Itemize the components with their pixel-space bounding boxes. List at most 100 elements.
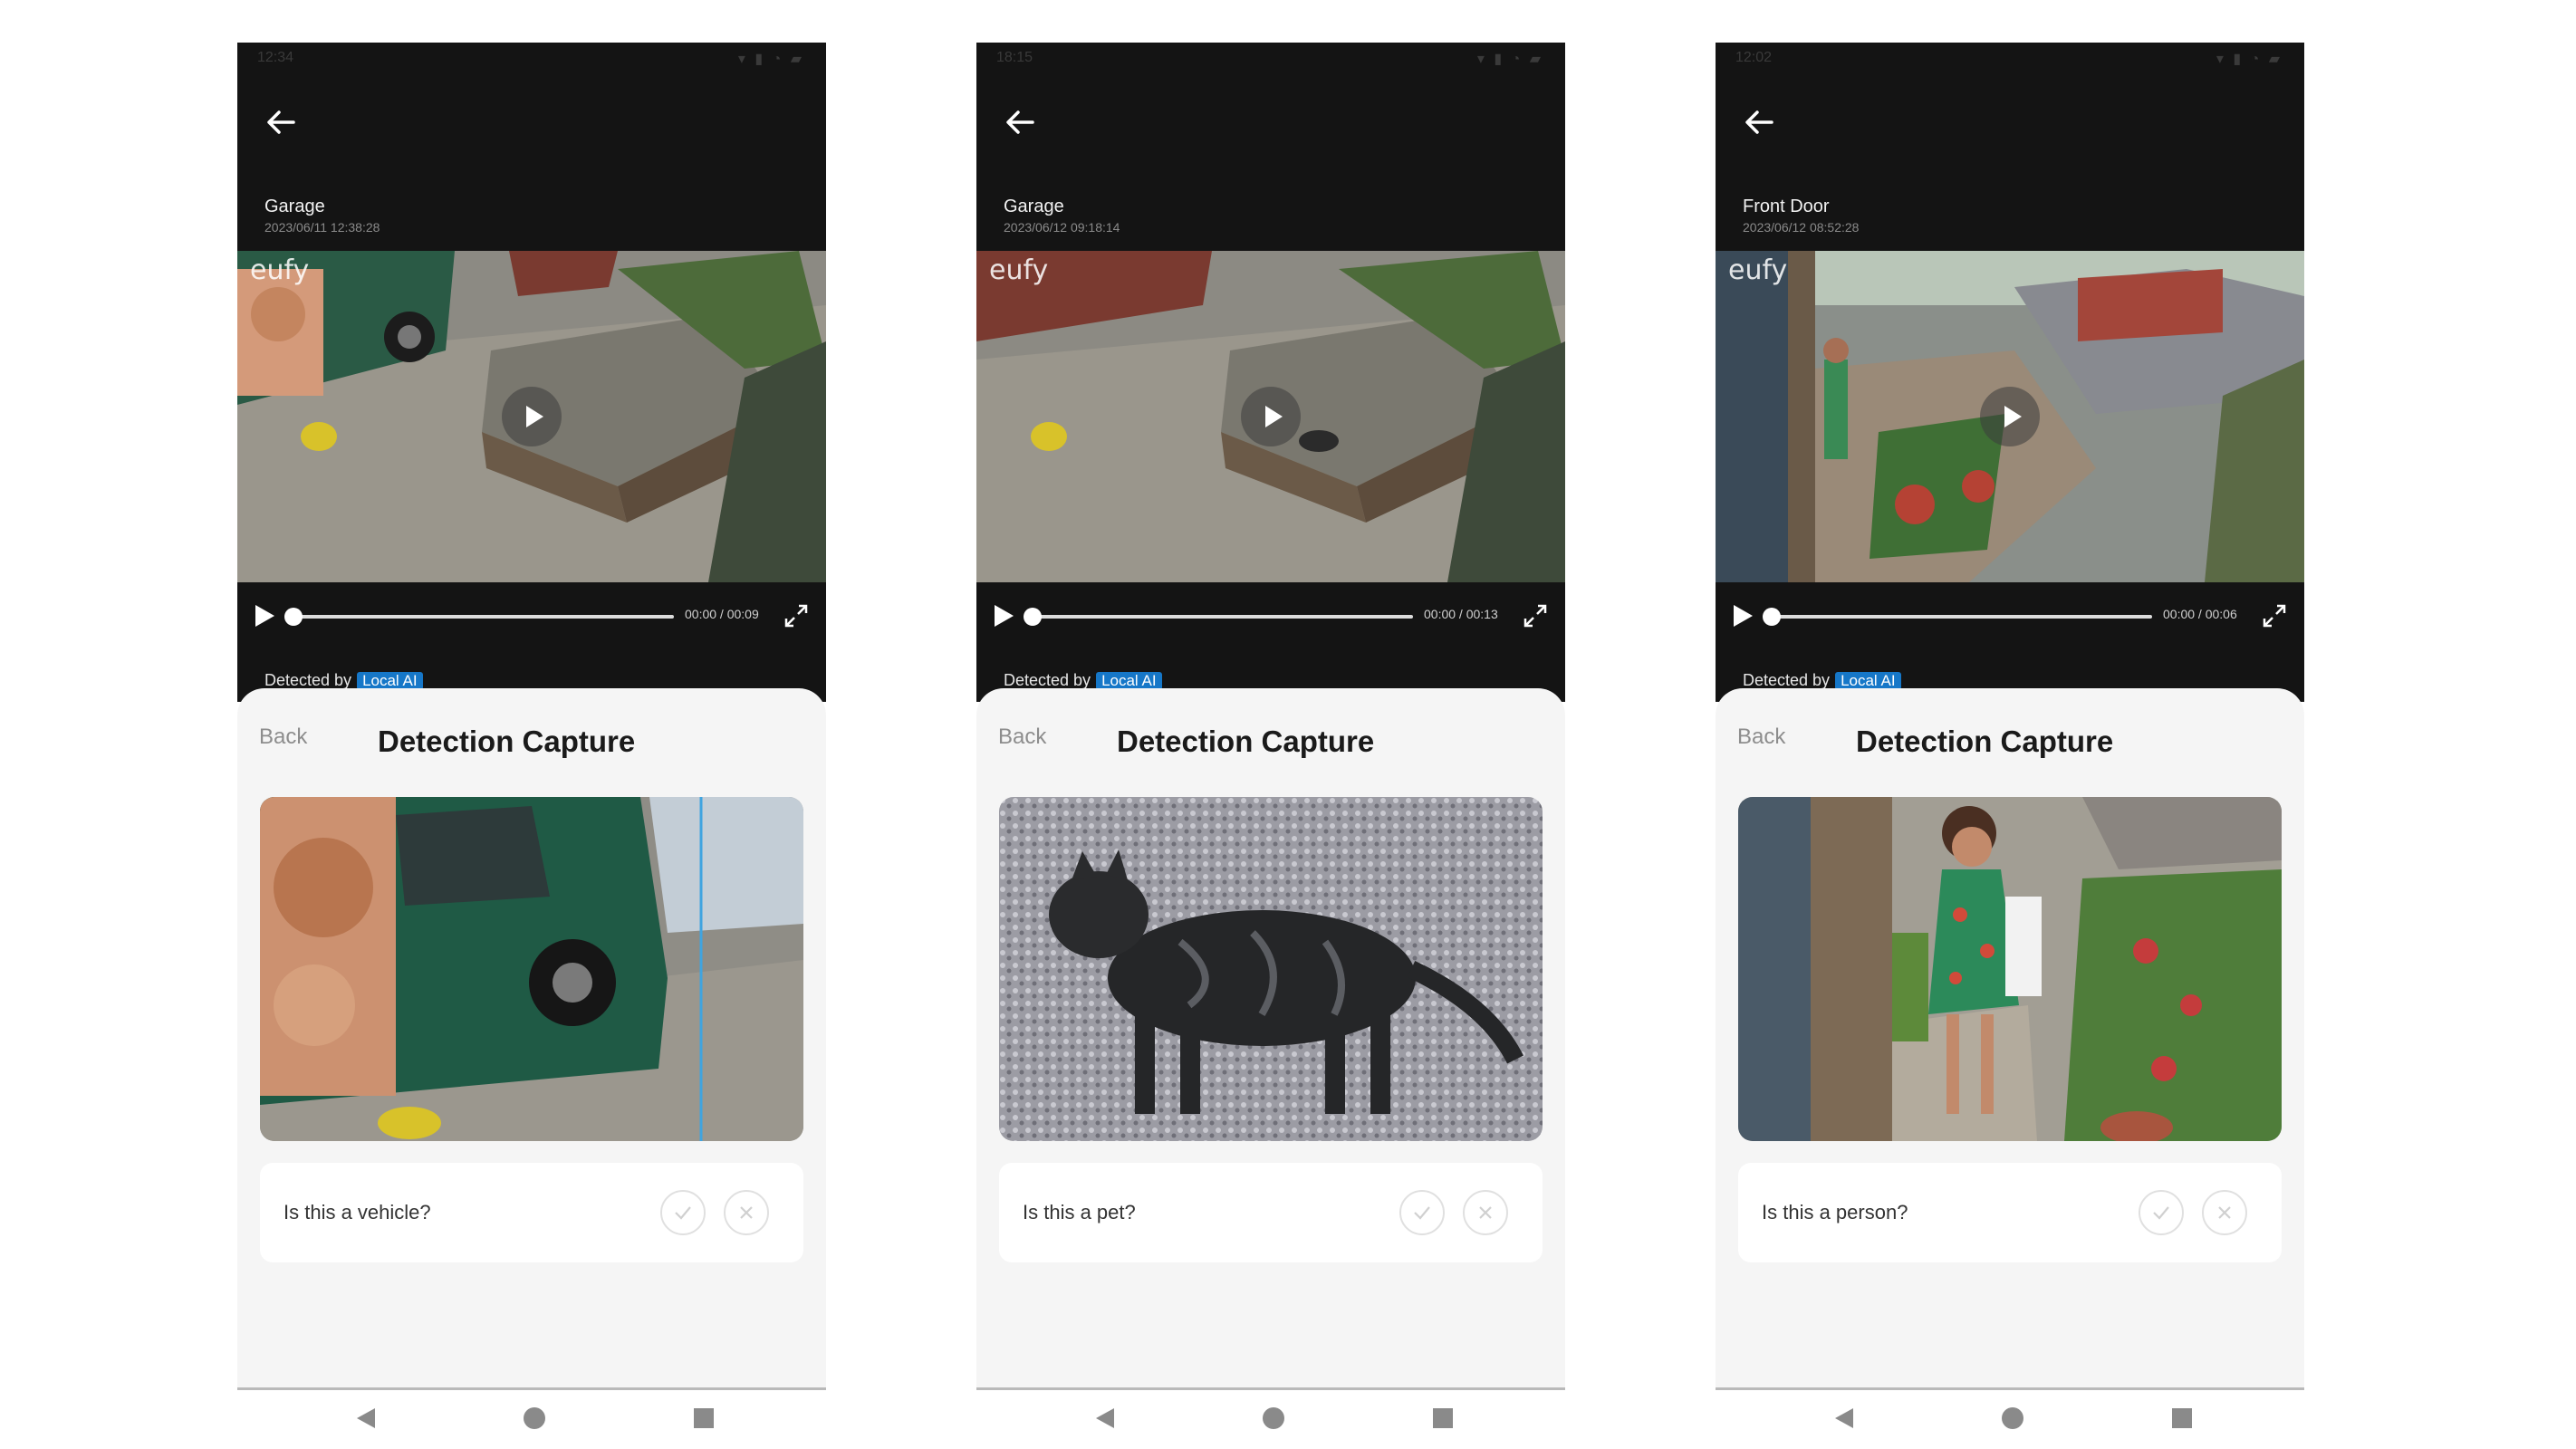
status-bar: 12:02 ▾ ▮ ◔ ▰: [1716, 43, 2304, 73]
play-icon[interactable]: [991, 602, 1016, 629]
back-arrow-icon[interactable]: [1737, 101, 1781, 144]
video-player[interactable]: eufy: [976, 251, 1565, 582]
status-bar: 18:15 ▾ ▮ ◔ ▰: [976, 43, 1565, 73]
confirm-button[interactable]: [660, 1190, 706, 1235]
android-nav-bar: [237, 1390, 826, 1448]
camera-name: Garage: [264, 197, 325, 216]
video-timecode: 00:00 / 00:06: [2163, 607, 2237, 621]
video-player[interactable]: eufy: [237, 251, 826, 582]
camera-name: Garage: [1004, 197, 1064, 216]
check-icon: [2153, 1206, 2169, 1220]
play-icon: [526, 406, 543, 427]
feedback-card: Is this a pet?: [999, 1163, 1543, 1262]
status-time: 12:34: [257, 50, 294, 65]
video-timecode: 00:00 / 00:13: [1424, 607, 1498, 621]
back-button[interactable]: Back: [259, 724, 307, 750]
play-overlay-button[interactable]: [502, 387, 562, 446]
fullscreen-icon[interactable]: [2259, 600, 2290, 631]
reject-button[interactable]: [1463, 1190, 1508, 1235]
video-header: 18:15 ▾ ▮ ◔ ▰ Garage 2023/06/12 09:18:14: [976, 43, 1565, 702]
detection-question: Is this a person?: [1762, 1201, 1908, 1223]
detection-question: Is this a pet?: [1023, 1201, 1136, 1223]
sheet-title: Detection Capture: [1117, 724, 1375, 758]
nav-recents-icon[interactable]: [1433, 1408, 1453, 1428]
check-icon: [675, 1206, 691, 1220]
status-time: 12:02: [1735, 50, 1773, 65]
eufy-watermark: eufy: [989, 254, 1049, 286]
play-icon[interactable]: [1730, 602, 1755, 629]
person-capture-image: [1738, 797, 2282, 1141]
nav-home-icon[interactable]: [1263, 1407, 1284, 1429]
phone-screen-pet: 18:15 ▾ ▮ ◔ ▰ Garage 2023/06/12 09:18:14: [976, 43, 1565, 1448]
vehicle-capture-image: [260, 797, 803, 1141]
playback-controls: 00:00 / 00:13: [976, 582, 1565, 655]
nav-home-icon[interactable]: [2002, 1407, 2023, 1429]
back-button[interactable]: Back: [998, 724, 1046, 750]
back-button[interactable]: Back: [1737, 724, 1785, 750]
play-icon: [2004, 406, 2022, 427]
camera-name: Front Door: [1743, 197, 1830, 216]
seek-bar[interactable]: [1772, 615, 2152, 619]
nav-home-icon[interactable]: [524, 1407, 545, 1429]
playback-controls: 00:00 / 00:06: [1716, 582, 2304, 655]
close-icon: [1479, 1206, 1492, 1219]
sheet-title: Detection Capture: [378, 724, 636, 758]
playback-controls: 00:00 / 00:09: [237, 582, 826, 655]
android-nav-bar: [1716, 1390, 2304, 1448]
seek-handle[interactable]: [1024, 608, 1042, 626]
seek-handle[interactable]: [1763, 608, 1781, 626]
play-icon: [1265, 406, 1283, 427]
event-timestamp: 2023/06/12 08:52:28: [1743, 220, 1860, 235]
event-timestamp: 2023/06/12 09:18:14: [1004, 220, 1120, 235]
video-timecode: 00:00 / 00:09: [685, 607, 759, 621]
detection-capture-sheet: Back Detection Capture: [1716, 688, 2304, 1390]
person-snapshot: [1738, 797, 2282, 1141]
check-icon: [1414, 1206, 1430, 1220]
nav-back-icon[interactable]: [1094, 1406, 1116, 1430]
fullscreen-icon[interactable]: [781, 600, 812, 631]
van-snapshot: [260, 797, 803, 1141]
close-icon: [740, 1206, 753, 1219]
play-overlay-button[interactable]: [1241, 387, 1301, 446]
confirm-button[interactable]: [1399, 1190, 1445, 1235]
video-header: 12:34 ▾ ▮ ◔ ▰ Garage 2023/06/11 12:38:28: [237, 43, 826, 702]
seek-handle[interactable]: [284, 608, 303, 626]
nav-recents-icon[interactable]: [694, 1408, 714, 1428]
detection-capture-sheet: Back Detection Capture: [237, 688, 826, 1390]
local-ai-badge: Local AI: [1835, 672, 1901, 690]
play-icon[interactable]: [252, 602, 277, 629]
local-ai-badge: Local AI: [1096, 672, 1162, 690]
seek-bar[interactable]: [293, 615, 674, 619]
detected-by-label: Detected by: [1743, 671, 1831, 689]
play-overlay-button[interactable]: [1980, 387, 2040, 446]
cat-snapshot: [999, 797, 1543, 1141]
status-icons: ▾ ▮ ◔ ▰: [1476, 52, 1543, 67]
confirm-button[interactable]: [2139, 1190, 2184, 1235]
nav-back-icon[interactable]: [355, 1406, 377, 1430]
seek-bar[interactable]: [1033, 615, 1413, 619]
detected-by-label: Detected by: [1004, 671, 1091, 689]
status-icons: ▾ ▮ ◔ ▰: [2216, 52, 2283, 67]
reject-button[interactable]: [2202, 1190, 2247, 1235]
close-icon: [2218, 1206, 2231, 1219]
detected-by-label: Detected by: [264, 671, 352, 689]
event-timestamp: 2023/06/11 12:38:28: [264, 220, 380, 235]
video-player[interactable]: eufy: [1716, 251, 2304, 582]
status-time: 18:15: [996, 50, 1033, 65]
sheet-title: Detection Capture: [1856, 724, 2114, 758]
android-nav-bar: [976, 1390, 1565, 1448]
eufy-watermark: eufy: [250, 254, 310, 286]
phone-screen-person: 12:02 ▾ ▮ ◔ ▰ Front Door 2023/06/12 08:5…: [1716, 43, 2304, 1448]
feedback-card: Is this a vehicle?: [260, 1163, 803, 1262]
phone-screen-vehicle: 12:34 ▾ ▮ ◔ ▰ Garage 2023/06/11 12:38:28: [237, 43, 826, 1448]
nav-back-icon[interactable]: [1833, 1406, 1855, 1430]
nav-recents-icon[interactable]: [2172, 1408, 2192, 1428]
reject-button[interactable]: [724, 1190, 769, 1235]
back-arrow-icon[interactable]: [998, 101, 1042, 144]
fullscreen-icon[interactable]: [1520, 600, 1551, 631]
detection-capture-sheet: Back Detection Capture: [976, 688, 1565, 1390]
back-arrow-icon[interactable]: [259, 101, 303, 144]
eufy-watermark: eufy: [1728, 254, 1788, 286]
comparison-stage: 12:34 ▾ ▮ ◔ ▰ Garage 2023/06/11 12:38:28: [0, 0, 2576, 1449]
local-ai-badge: Local AI: [357, 672, 423, 690]
